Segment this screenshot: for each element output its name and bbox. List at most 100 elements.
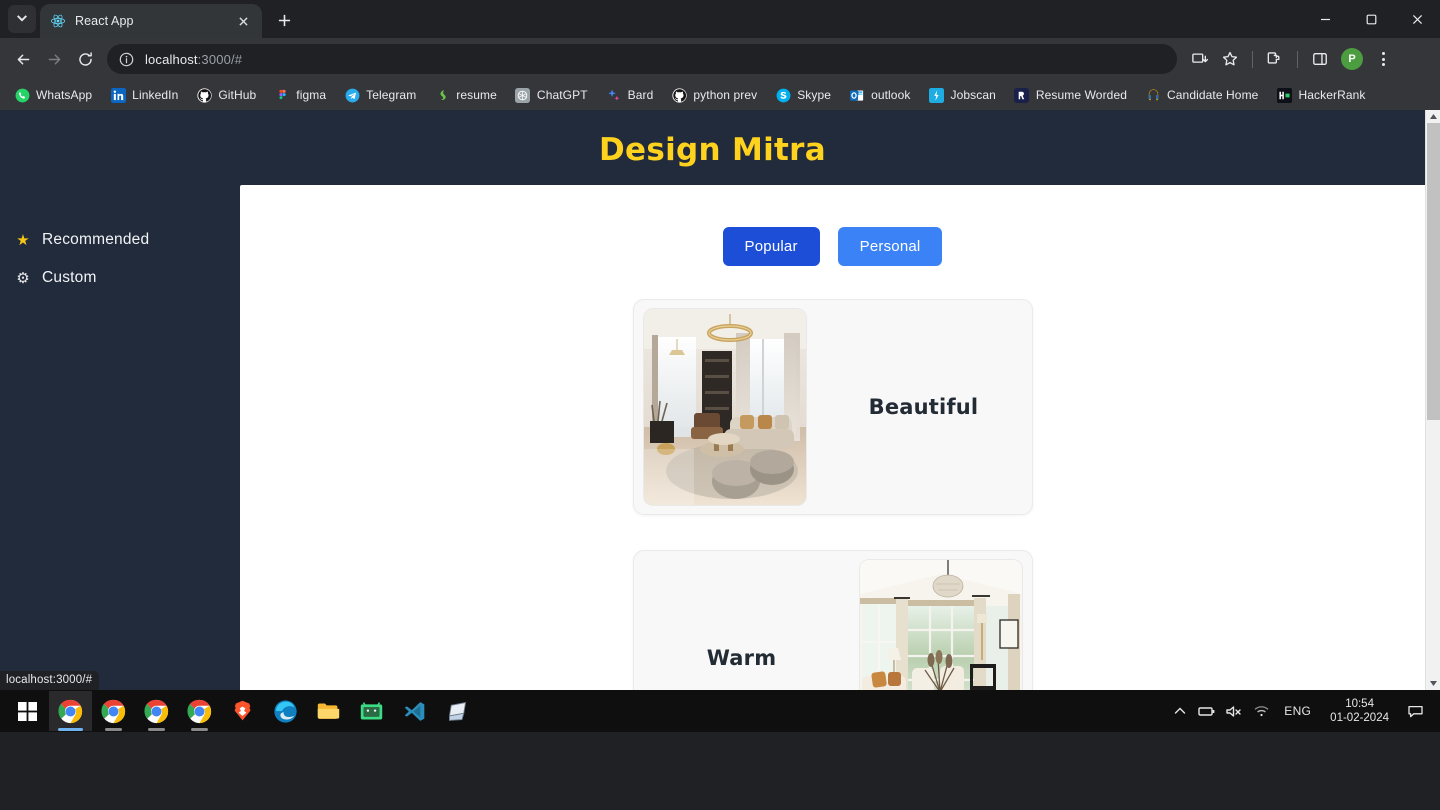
extensions-button[interactable] [1261, 45, 1289, 73]
tab-popular[interactable]: Popular [722, 227, 820, 266]
bookmark-hackerrank[interactable]: HackerRank [1268, 83, 1373, 107]
taskbar-chrome-profile-3[interactable] [135, 691, 178, 731]
browser-menu-button[interactable] [1370, 45, 1396, 73]
arrow-left-icon [17, 54, 29, 64]
taskbar-chrome-profile-a[interactable] [178, 691, 221, 731]
volume-muted-icon [1226, 705, 1241, 717]
card-title: Warm [706, 646, 777, 670]
page-title: Design Mitra [599, 132, 826, 168]
sidebar-item-recommended[interactable]: ★ Recommended [0, 223, 240, 257]
bookmark-skype[interactable]: Skype [767, 83, 839, 107]
sidebar-item-label: Custom [42, 269, 97, 286]
tab-personal[interactable]: Personal [837, 227, 943, 266]
profile-avatar[interactable]: P [1341, 48, 1363, 70]
battery-button[interactable] [1195, 693, 1219, 729]
linkedin-icon [110, 87, 126, 103]
bookmark-button[interactable] [1216, 45, 1244, 73]
scroll-up-button[interactable] [1426, 110, 1440, 123]
window-controls [1302, 0, 1440, 38]
arrow-right-icon [48, 54, 60, 64]
browser-tab[interactable]: React App [40, 4, 262, 38]
sidebar-item-label: Recommended [42, 231, 150, 248]
bookmark-figma[interactable]: figma [266, 83, 334, 107]
jobscan-icon [928, 87, 944, 103]
taskbar-android-studio[interactable] [350, 691, 393, 731]
bookmark-whatsapp[interactable]: WhatsApp [6, 83, 100, 107]
forward-button[interactable] [39, 44, 69, 74]
taskbar-vs-code[interactable] [393, 691, 436, 731]
taskbar-microsoft-edge[interactable] [264, 691, 307, 731]
bookmark-candidate-home[interactable]: Candidate Home [1137, 83, 1266, 107]
whatsapp-icon [15, 88, 29, 102]
page-scrollbar[interactable] [1425, 110, 1440, 690]
reload-button[interactable] [70, 44, 100, 74]
windows-start-icon [18, 701, 37, 721]
install-app-button[interactable] [1186, 45, 1214, 73]
kebab-dot [1381, 57, 1385, 61]
github-icon [196, 87, 212, 103]
scrollbar-thumb[interactable] [1427, 123, 1440, 420]
bookmark-resume[interactable]: resume [426, 83, 505, 107]
new-tab-button[interactable] [270, 6, 298, 34]
figma-icon [279, 89, 286, 99]
back-button[interactable] [8, 44, 38, 74]
jobscan-icon [928, 87, 944, 103]
edge-icon [274, 699, 297, 723]
toolbar-divider-2 [1297, 50, 1298, 68]
bookmark-jobscan[interactable]: Jobscan [920, 83, 1003, 107]
side-panel-button[interactable] [1306, 45, 1334, 73]
taskbar-file-explorer[interactable] [307, 691, 350, 731]
bookmark-label: HackerRank [1298, 88, 1366, 102]
tab-search-button[interactable] [8, 5, 36, 33]
design-card[interactable]: Beautiful [632, 299, 1033, 515]
bookmark-label: Resume Worded [1035, 88, 1127, 102]
bookmark-outlook[interactable]: outlook [841, 83, 918, 107]
bookmark-resume-worded[interactable]: Resume Worded [1006, 83, 1135, 107]
gear-icon: ⚙ [16, 269, 30, 287]
chrome-icon [187, 699, 212, 723]
clock[interactable]: 10:54 01-02-2024 [1322, 697, 1397, 725]
chevron-down-icon [17, 15, 27, 22]
bookmark-python-prev[interactable]: python prev [663, 83, 765, 107]
taskbar-chrome-profile-2[interactable] [92, 691, 135, 731]
taskbar-brave-browser[interactable] [221, 691, 264, 731]
telegram-icon [345, 88, 360, 102]
bookmark-chatgpt[interactable]: ChatGPT [507, 83, 596, 107]
card-title: Beautiful [868, 395, 979, 419]
app-layout: ★ Recommended ⚙ Custom Popular Personal [0, 185, 1425, 690]
design-card-list: Beautiful Warm [240, 299, 1425, 690]
reload-icon [78, 51, 92, 66]
start-button[interactable] [6, 691, 49, 731]
window-close-button[interactable] [1394, 3, 1440, 35]
chrome-icon [101, 699, 126, 723]
tab-strip: React App [0, 0, 1440, 38]
bookmark-telegram[interactable]: Telegram [336, 83, 424, 107]
wifi-button[interactable] [1249, 693, 1273, 729]
notifications-button[interactable] [1400, 693, 1430, 729]
telegram-icon [344, 87, 360, 103]
tray-overflow-button[interactable] [1168, 693, 1192, 729]
bookmark-github[interactable]: GitHub [188, 83, 264, 107]
address-bar-url: localhost:3000/# [145, 52, 242, 67]
bookmark-linkedin[interactable]: LinkedIn [102, 83, 186, 107]
taskbar-snipping-tool[interactable] [436, 691, 479, 731]
taskbar-chrome-profile-p[interactable] [49, 691, 92, 731]
window-maximize-button[interactable] [1348, 3, 1394, 35]
sidebar-item-custom[interactable]: ⚙ Custom [0, 261, 240, 295]
brave-icon [234, 700, 251, 720]
bookmark-bard[interactable]: Bard [598, 83, 662, 107]
site-info-icon[interactable] [119, 52, 134, 67]
scroll-down-button[interactable] [1426, 677, 1440, 690]
language-indicator[interactable]: ENG [1276, 704, 1319, 718]
bard-sparkle-icon [608, 89, 620, 101]
volume-button[interactable] [1222, 693, 1246, 729]
linkedin-icon [110, 87, 126, 103]
resume-icon [440, 89, 446, 100]
design-card[interactable]: Warm [632, 550, 1033, 690]
tab-close-button[interactable] [234, 12, 252, 30]
whatsapp-icon [14, 87, 30, 103]
window-minimize-button[interactable] [1302, 3, 1348, 35]
skype-icon [776, 88, 791, 102]
snipping-tool-icon [448, 701, 467, 721]
address-bar[interactable]: localhost:3000/# [107, 44, 1177, 74]
